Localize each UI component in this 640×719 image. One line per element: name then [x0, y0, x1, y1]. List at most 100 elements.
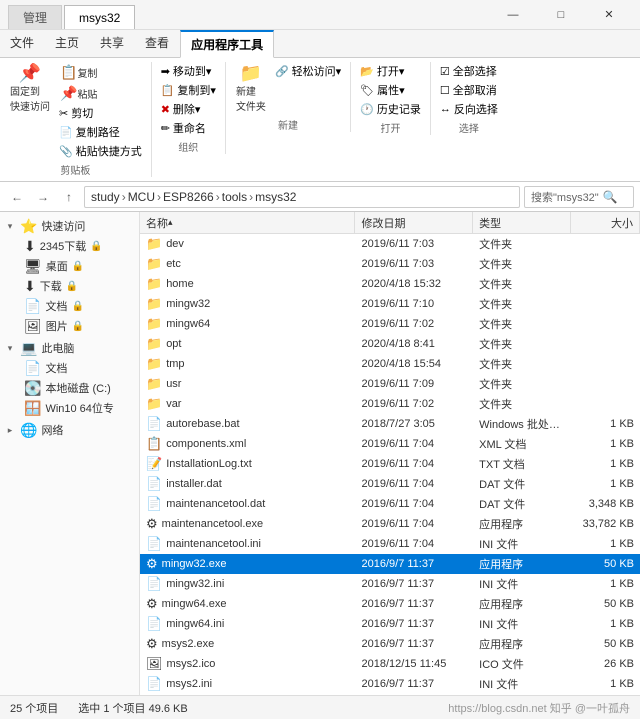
deselect-all-button[interactable]: ☐ 全部取消: [437, 81, 501, 99]
easy-access-button[interactable]: 🔗 轻松访问▾: [272, 62, 344, 80]
new-folder-button[interactable]: 📁 新建文件夹: [232, 62, 270, 115]
ribbon-tab-apptools[interactable]: 应用程序工具: [180, 30, 274, 58]
delete-icon: ✖: [161, 103, 170, 116]
up-button[interactable]: ↑: [58, 186, 80, 208]
sidebar-item-network[interactable]: ▸ 🌐 网络: [0, 420, 139, 440]
file-type: INI 文件: [473, 576, 571, 592]
table-row[interactable]: ⚙ msys2.exe 2016/9/7 11:37 应用程序 50 KB: [140, 634, 640, 654]
properties-button[interactable]: 🏷 属性▾: [357, 81, 424, 99]
sidebar-item-thispc[interactable]: ▾ 💻 此电脑: [0, 338, 139, 358]
file-icon: 📁: [146, 276, 162, 292]
file-size: 1 KB: [571, 678, 640, 690]
title-tab-msys32[interactable]: msys32: [64, 5, 135, 29]
col-header-name[interactable]: 名称 ▴: [140, 212, 355, 233]
table-row[interactable]: 📄 autorebase.bat 2018/7/27 3:05 Windows …: [140, 414, 640, 434]
open-buttons: 📂 打开▾ 🏷 属性▾ 🕐 历史记录: [357, 62, 424, 118]
col-header-date[interactable]: 修改日期: [355, 212, 473, 233]
pin-quick-access-button[interactable]: 📌 固定到快速访问: [6, 62, 54, 115]
table-row[interactable]: 📝 InstallationLog.txt 2019/6/11 7:04 TXT…: [140, 454, 640, 474]
ribbon-tab-share[interactable]: 共享: [90, 30, 135, 57]
file-name: tmp: [166, 358, 184, 370]
file-icon: 📄: [146, 496, 162, 512]
close-button[interactable]: ✕: [586, 0, 632, 30]
paste-button[interactable]: 📌 粘贴: [56, 83, 145, 103]
table-row[interactable]: 📁 home 2020/4/18 15:32 文件夹: [140, 274, 640, 294]
file-name: opt: [166, 338, 181, 350]
table-row[interactable]: 📄 maintenancetool.dat 2019/6/11 7:04 DAT…: [140, 494, 640, 514]
ribbon-tab-view[interactable]: 查看: [135, 30, 180, 57]
file-size: 1 KB: [571, 438, 640, 450]
table-row[interactable]: 📁 etc 2019/6/11 7:03 文件夹: [140, 254, 640, 274]
copy-to-button[interactable]: 📋 复制到▾: [158, 81, 219, 99]
sidebar-item-2345[interactable]: ⬇ 2345下载 🔒: [0, 236, 139, 256]
history-icon: 🕐: [360, 103, 374, 116]
forward-button[interactable]: →: [32, 186, 54, 208]
minimize-button[interactable]: —: [490, 0, 536, 30]
file-type: ICO 文件: [473, 656, 571, 672]
file-size: 50 KB: [571, 638, 640, 650]
sidebar-item-localc[interactable]: 💽 本地磁盘 (C:): [0, 378, 139, 398]
sidebar-item-win10[interactable]: 🪟 Win10 64位专: [0, 398, 139, 418]
copy-button[interactable]: 📋 复制: [56, 62, 145, 82]
ribbon-tab-home[interactable]: 主页: [45, 30, 90, 57]
select-all-button[interactable]: ☑ 全部选择: [437, 62, 501, 80]
file-name: mingw64.ini: [166, 618, 224, 630]
sidebar-item-desktop[interactable]: 🖥 桌面 🔒: [0, 256, 139, 276]
table-row[interactable]: 🖼 msys2.ico 2018/12/15 11:45 ICO 文件 26 K…: [140, 654, 640, 674]
table-row[interactable]: 📄 mingw32.ini 2016/9/7 11:37 INI 文件 1 KB: [140, 574, 640, 594]
table-row[interactable]: 📁 var 2019/6/11 7:02 文件夹: [140, 394, 640, 414]
file-size: 3,348 KB: [571, 498, 640, 510]
table-row[interactable]: 📋 msys2_shell.cmd 2018/12/15 11:45 Windo…: [140, 694, 640, 695]
table-row[interactable]: 📁 mingw64 2019/6/11 7:02 文件夹: [140, 314, 640, 334]
sidebar-item-mydocs[interactable]: 📄 文档: [0, 358, 139, 378]
move-to-button[interactable]: ➡ 移动到▾: [158, 62, 219, 80]
title-bar: 管理 msys32 — □ ✕: [0, 0, 640, 30]
thispc-label: 此电脑: [41, 340, 74, 356]
table-row[interactable]: 📄 mingw64.ini 2016/9/7 11:37 INI 文件 1 KB: [140, 614, 640, 634]
delete-button[interactable]: ✖ 删除▾: [158, 100, 219, 118]
sidebar-item-downloads[interactable]: ⬇ 下载 🔒: [0, 276, 139, 296]
table-row[interactable]: 📁 usr 2019/6/11 7:09 文件夹: [140, 374, 640, 394]
back-button[interactable]: ←: [6, 186, 28, 208]
table-row[interactable]: ⚙ maintenancetool.exe 2019/6/11 7:04 应用程…: [140, 514, 640, 534]
file-type: 文件夹: [473, 356, 571, 372]
table-row[interactable]: ⚙ mingw64.exe 2016/9/7 11:37 应用程序 50 KB: [140, 594, 640, 614]
table-row[interactable]: 📄 msys2.ini 2016/9/7 11:37 INI 文件 1 KB: [140, 674, 640, 694]
rename-button[interactable]: ✏ 重命名: [158, 119, 219, 137]
address-path[interactable]: study › MCU › ESP8266 › tools › msys32: [84, 186, 520, 208]
table-row[interactable]: 📋 components.xml 2019/6/11 7:04 XML 文档 1…: [140, 434, 640, 454]
sidebar-item-docs[interactable]: 📄 文档 🔒: [0, 296, 139, 316]
open-button[interactable]: 📂 打开▾: [357, 62, 424, 80]
file-date: 2018/12/15 11:45: [356, 658, 474, 670]
move-icon: ➡: [161, 65, 170, 78]
copy-path-button[interactable]: 📄 复制路径: [56, 123, 145, 141]
col-header-size[interactable]: 大小: [571, 212, 640, 233]
invert-selection-button[interactable]: ↔ 反向选择: [437, 100, 501, 118]
maximize-button[interactable]: □: [538, 0, 584, 30]
watermark: https://blog.csdn.net 知乎 @一叶孤舟: [448, 700, 630, 716]
table-row[interactable]: 📁 mingw32 2019/6/11 7:10 文件夹: [140, 294, 640, 314]
download-icon: ⬇: [24, 238, 36, 255]
file-icon: 📄: [146, 616, 162, 632]
table-row[interactable]: 📄 installer.dat 2019/6/11 7:04 DAT 文件 1 …: [140, 474, 640, 494]
history-button[interactable]: 🕐 历史记录: [357, 100, 424, 118]
search-box[interactable]: 搜索"msys32" 🔍: [524, 186, 634, 208]
table-row[interactable]: ⚙ mingw32.exe 2016/9/7 11:37 应用程序 50 KB: [140, 554, 640, 574]
table-row[interactable]: 📁 dev 2019/6/11 7:03 文件夹: [140, 234, 640, 254]
table-row[interactable]: 📁 tmp 2020/4/18 15:54 文件夹: [140, 354, 640, 374]
file-icon: 📄: [146, 536, 162, 552]
file-type: 文件夹: [473, 256, 571, 272]
table-row[interactable]: 📄 maintenancetool.ini 2019/6/11 7:04 INI…: [140, 534, 640, 554]
sidebar-item-pictures[interactable]: 🖼 图片 🔒: [0, 316, 139, 336]
table-row[interactable]: 📁 opt 2020/4/18 8:41 文件夹: [140, 334, 640, 354]
cut-button[interactable]: ✂ 剪切: [56, 104, 145, 122]
title-tabs: 管理 msys32: [8, 0, 490, 29]
col-header-type[interactable]: 类型: [473, 212, 571, 233]
ribbon-group-open: 📂 打开▾ 🏷 属性▾ 🕐 历史记录 打开: [357, 62, 431, 135]
ribbon-group-clipboard: 📌 固定到快速访问 📋 复制 📌 粘贴 ✂ 剪切: [6, 62, 152, 177]
paste-shortcut-button[interactable]: 📎 粘贴快捷方式: [56, 142, 145, 160]
file-size: 26 KB: [571, 658, 640, 670]
title-tab-manage[interactable]: 管理: [8, 5, 62, 29]
sidebar-item-quickaccess[interactable]: ▾ ⭐ 快速访问: [0, 216, 139, 236]
ribbon-tab-file[interactable]: 文件: [0, 30, 45, 57]
